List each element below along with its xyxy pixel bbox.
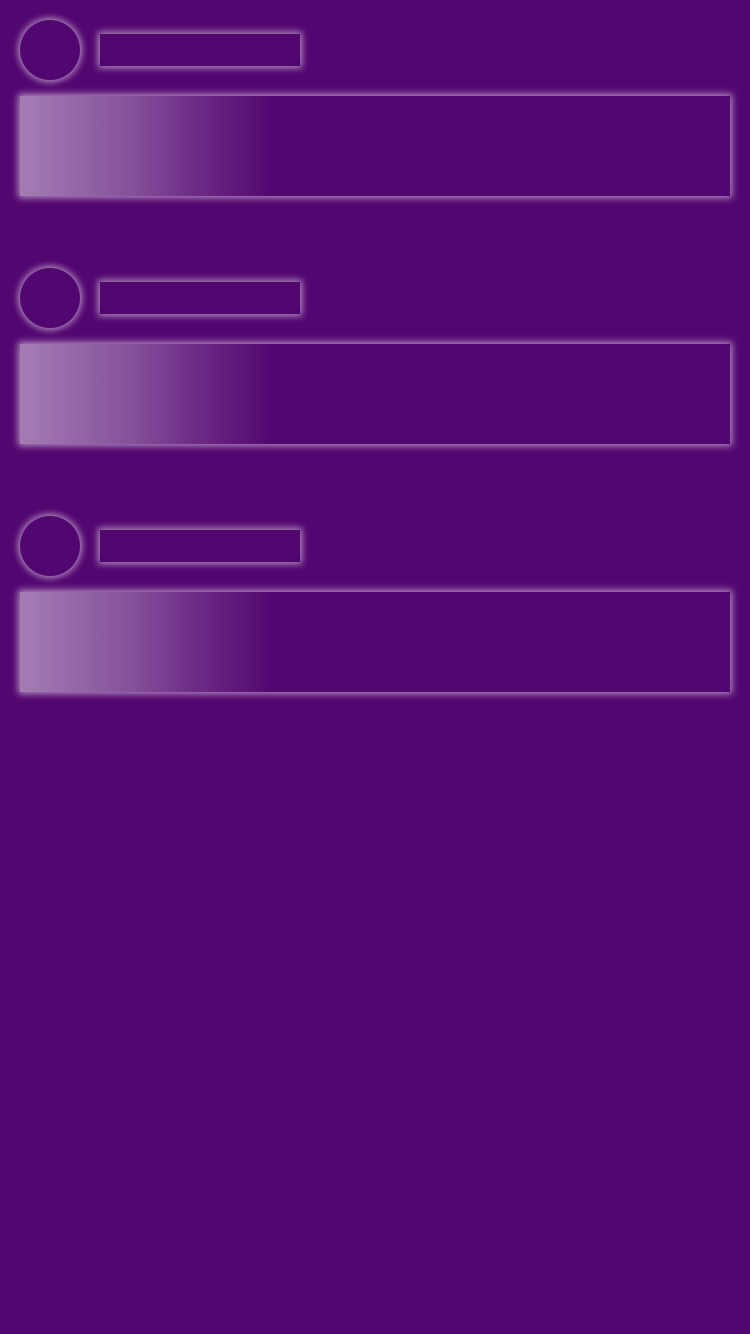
avatar-placeholder [20, 516, 80, 576]
skeleton-card [20, 268, 730, 444]
avatar-placeholder [20, 20, 80, 80]
content-placeholder [20, 96, 730, 196]
skeleton-card [20, 516, 730, 692]
loading-screen [0, 0, 750, 1334]
title-placeholder [100, 530, 300, 562]
content-placeholder [20, 344, 730, 444]
avatar-placeholder [20, 268, 80, 328]
content-placeholder [20, 592, 730, 692]
title-placeholder [100, 34, 300, 66]
skeleton-card [20, 20, 730, 196]
title-placeholder [100, 282, 300, 314]
